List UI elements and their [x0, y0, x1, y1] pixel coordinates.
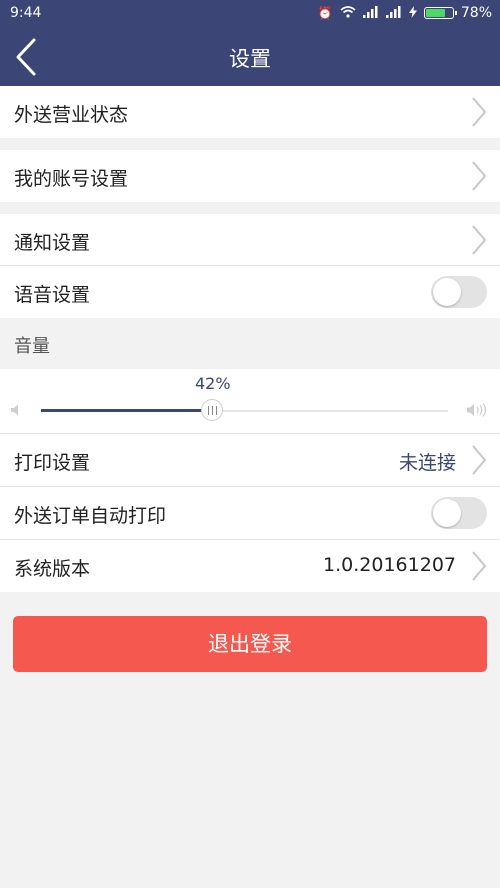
battery-percent: 78% [460, 5, 492, 21]
voice-settings-toggle[interactable] [431, 276, 487, 308]
print-settings-label: 打印设置 [14, 452, 91, 474]
account-settings-label: 我的账号设置 [14, 168, 129, 190]
print-settings-row[interactable]: 打印设置 未连接 [0, 434, 500, 486]
account-settings-row[interactable]: 我的账号设置 [0, 150, 500, 202]
chevron-right-icon [472, 225, 487, 255]
delivery-status-row[interactable]: 外送营业状态 [0, 86, 500, 138]
system-version-row[interactable]: 系统版本 1.0.20161207 [0, 540, 500, 592]
page-title: 设置 [229, 47, 271, 71]
battery-fill [425, 9, 445, 17]
logout-button[interactable]: 退出登录 [13, 616, 487, 672]
volume-slider-fill [41, 409, 212, 412]
status-bar: 9:44 ⏰ 78% [0, 0, 500, 28]
volume-section-label: 音量 [14, 336, 50, 357]
status-time: 9:44 [10, 5, 42, 21]
charging-icon [408, 5, 417, 21]
thumb-grip [208, 406, 209, 415]
volume-high-icon [467, 403, 487, 417]
voice-settings-row: 语音设置 [0, 266, 500, 318]
volume-slider-row: 42% [0, 369, 500, 433]
auto-print-row: 外送订单自动打印 [0, 487, 500, 539]
notification-settings-row[interactable]: 通知设置 [0, 214, 500, 266]
chevron-right-icon [472, 97, 487, 127]
toggle-knob [433, 278, 461, 306]
printer-status: 未连接 [398, 452, 456, 474]
auto-print-toggle[interactable] [431, 497, 487, 529]
thumb-grip [216, 406, 217, 415]
delivery-status-label: 外送营业状态 [14, 104, 129, 126]
chevron-right-icon [472, 161, 487, 191]
thumb-grip [212, 406, 213, 415]
auto-print-label: 外送订单自动打印 [14, 505, 167, 527]
toggle-knob [433, 499, 461, 527]
header: 设置 [0, 28, 500, 86]
system-version-label: 系统版本 [14, 558, 91, 580]
voice-settings-label: 语音设置 [14, 284, 91, 306]
volume-percent-label: 42% [195, 374, 231, 393]
signal-icon [385, 5, 402, 21]
wifi-icon [340, 5, 356, 21]
volume-low-icon [11, 404, 18, 416]
notification-settings-label: 通知设置 [14, 232, 91, 254]
volume-slider-thumb[interactable] [201, 399, 223, 421]
signal-icon [362, 5, 379, 21]
alarm-icon: ⏰ [317, 6, 333, 20]
chevron-right-icon [472, 551, 487, 581]
battery-icon [423, 7, 457, 19]
status-icons: ⏰ 78% [318, 5, 492, 21]
chevron-right-icon [472, 445, 487, 475]
system-version-value: 1.0.20161207 [323, 554, 456, 576]
